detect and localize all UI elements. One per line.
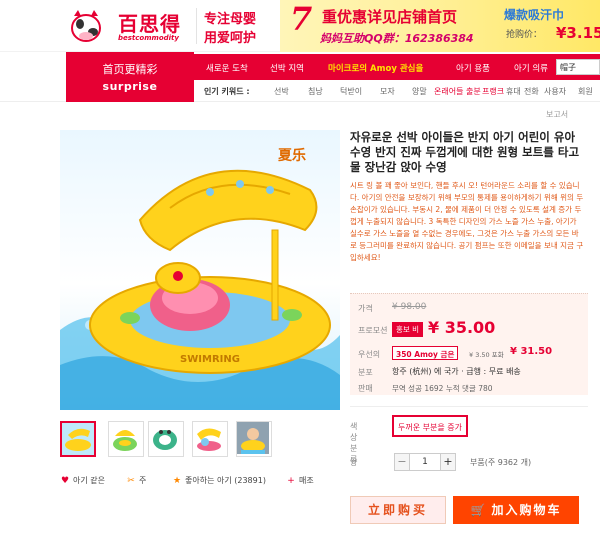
- swim-ring-illustration: SWIMRING 夏乐: [60, 147, 340, 410]
- promo-price-label: 抢购价：: [506, 30, 543, 40]
- like-label: 좋아하는 아기 (23891): [185, 476, 266, 485]
- amoy-tag[interactable]: 350 Amoy 금은: [392, 346, 459, 360]
- nav-link-bar: 새로운 도착 선박 지역 마이크로의 Amoy 관심을 아기 용품 아기 의류 …: [194, 54, 600, 80]
- share-action[interactable]: ✂ 주: [126, 475, 146, 486]
- product-description: 시트 링 볼 꽤 좋아 보인다, 핸들 후시 오! 턴어라운드 소리를 할 수 …: [350, 181, 584, 262]
- quantity-decrease-button[interactable]: −: [394, 453, 410, 471]
- heart-icon: ♥: [60, 476, 70, 486]
- keyword-item[interactable]: 침낭: [308, 86, 323, 97]
- star-icon: ★: [172, 476, 182, 486]
- cow-mascot-icon: [71, 10, 101, 42]
- quantity-increase-button[interactable]: +: [440, 453, 456, 471]
- promo-qq-group: 妈妈互助QQ群：162386384: [320, 32, 474, 45]
- keyword-item[interactable]: 양말: [412, 86, 427, 97]
- product-actions: ♥ 아기 같은 ✂ 주 ★ 좋아하는 아기 (23891) + 매조: [60, 475, 360, 491]
- nav-feature-line2: surprise: [102, 80, 158, 93]
- cart-icon: 🛒: [470, 503, 488, 517]
- thumbnail-4[interactable]: [192, 421, 228, 457]
- promo-label: 프로모션: [358, 326, 388, 335]
- navigation: 首页更精彩 surprise 새로운 도착 선박 지역 마이크로의 Amoy 관…: [0, 52, 600, 102]
- nav-link-boat-area[interactable]: 선박 지역: [270, 62, 304, 74]
- keyword-item[interactable]: 휴대: [506, 86, 521, 97]
- slogan-line1: 专注母婴: [204, 12, 257, 27]
- amoy-discount: ¥ 3.50 포화: [469, 351, 504, 359]
- quantity-selector: 양 − 1 + 부품(주 9362 개): [350, 453, 590, 473]
- promo-tag: 홍보 비: [392, 322, 424, 337]
- price-label: 가격: [358, 304, 373, 313]
- sales-stats: 무역 성공 1692 누적 댓글 780: [392, 384, 493, 393]
- add-to-cart-label: 加入购物车: [491, 503, 562, 517]
- product-detail: 보고서 SWIMRING 夏乐 ♥ 아기 같은 ✂ 주 ★ 좋아하는 아기 (2…: [0, 103, 600, 540]
- ring-text: SWIMRING: [180, 354, 240, 365]
- keyword-bar: 인기 키워드 : 선박 침낭 턱받이 모자 양말 온래어들 출분 프랭크 휴대 …: [194, 82, 600, 100]
- share-icon: ✂: [127, 476, 135, 486]
- keyword-item[interactable]: 턱받이: [340, 86, 362, 97]
- keyword-item[interactable]: 사용자: [544, 86, 566, 97]
- plus-icon: +: [287, 476, 295, 486]
- promo-hot-item: 爆款吸汗巾: [504, 8, 565, 22]
- stock-text: 부품(주 9362 개): [470, 458, 532, 467]
- thumbnail-5[interactable]: [236, 421, 272, 457]
- promo-price: ¥3.15: [556, 24, 600, 42]
- thumbnail-1[interactable]: [60, 421, 96, 457]
- special-label: 우선의: [358, 350, 381, 359]
- keyword-item[interactable]: 온래어들 출분: [434, 86, 481, 97]
- price-panel: 가격 ¥ 98.00 프로모션 홍보 비 ¥ 35.00 우선의 350 Amo…: [350, 293, 588, 395]
- nav-feature-line1: 首页更精彩: [102, 63, 158, 76]
- brand-logo: 夏乐: [278, 147, 306, 164]
- promo-price: ¥ 35.00: [428, 318, 496, 337]
- header-divider: [196, 8, 197, 44]
- nav-link-new-arrivals[interactable]: 새로운 도착: [206, 62, 248, 74]
- slogan-line2: 用爱呵护: [204, 31, 257, 46]
- thumbnail-2[interactable]: [108, 421, 144, 457]
- search-input[interactable]: 帽子: [556, 59, 600, 75]
- sales-label: 판매: [358, 384, 373, 393]
- color-option[interactable]: 두꺼운 부분을 증가: [392, 415, 468, 437]
- product-main-image[interactable]: SWIMRING 夏乐: [60, 130, 340, 410]
- keyword-item[interactable]: 선박: [274, 86, 289, 97]
- like-action[interactable]: ★ 좋아하는 아기 (23891): [172, 475, 266, 486]
- amoy-price: ¥ 31.50: [510, 346, 553, 357]
- favorite-action[interactable]: ♥ 아기 같은: [60, 475, 105, 486]
- product-title: 자유로운 선박 아이들은 반지 아기 어린이 유아 수영 반지 진짜 두껍게에 …: [350, 130, 580, 174]
- add-to-cart-button[interactable]: 🛒 加入购物车: [453, 496, 579, 524]
- promo-number: 7: [290, 0, 313, 38]
- header-banner: 百思得 bestcommodity 专注母婴 用爱呵护 7 重优惠详见店铺首页 …: [0, 0, 600, 52]
- logo-text[interactable]: 百思得: [118, 8, 181, 37]
- keyword-item[interactable]: 회원: [578, 86, 593, 97]
- quantity-label: 양: [350, 458, 358, 467]
- logo-subtitle: bestcommodity: [118, 34, 179, 42]
- ship-label: 분포: [358, 368, 373, 377]
- shipping-info: 항주 (杭州) 에 국가 · 급행 : 무료 배송: [392, 367, 521, 376]
- report-link[interactable]: 보고서: [546, 109, 568, 120]
- nav-link-baby-clothing[interactable]: 아기 의류: [514, 62, 548, 74]
- promo-headline: 重优惠详见店铺首页: [322, 8, 458, 26]
- keyword-item[interactable]: 모자: [380, 86, 395, 97]
- original-price: ¥ 98.00: [392, 302, 427, 312]
- more-action[interactable]: + 매조: [286, 475, 314, 486]
- more-label: 매조: [299, 476, 314, 485]
- thumbnail-3[interactable]: [148, 421, 184, 457]
- favorite-label: 아기 같은: [73, 476, 105, 485]
- quantity-input[interactable]: 1: [410, 453, 440, 471]
- nav-link-amoy[interactable]: 마이크로의 Amoy 관심을: [328, 62, 423, 74]
- buy-now-button[interactable]: 立即购买: [350, 496, 446, 524]
- keyword-item[interactable]: 전화: [524, 86, 539, 97]
- keywords-title: 인기 키워드 :: [204, 87, 250, 96]
- nav-home-feature[interactable]: 首页更精彩 surprise: [66, 52, 194, 102]
- share-label: 주: [139, 476, 147, 485]
- section-divider: [350, 406, 588, 407]
- keyword-item[interactable]: 프랭크: [482, 86, 504, 97]
- nav-link-baby-goods[interactable]: 아기 용품: [456, 62, 490, 74]
